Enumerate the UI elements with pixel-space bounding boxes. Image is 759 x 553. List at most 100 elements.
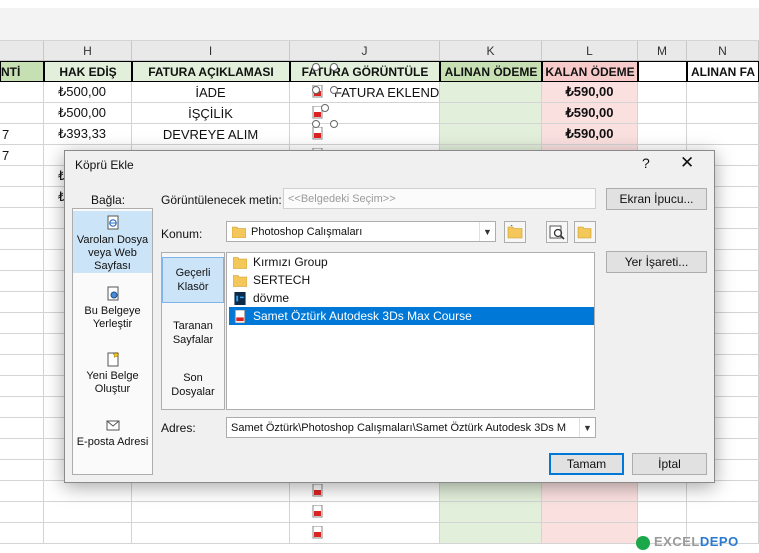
table-cell[interactable] xyxy=(0,166,44,187)
table-cell[interactable]: DEVREYE ALIM xyxy=(132,124,290,145)
ok-button[interactable]: Tamam xyxy=(549,453,624,475)
column-header-n[interactable]: N xyxy=(687,41,759,61)
table-cell[interactable] xyxy=(440,481,542,502)
table-cell[interactable] xyxy=(132,502,290,523)
table-cell[interactable] xyxy=(0,334,44,355)
table-cell[interactable] xyxy=(638,124,687,145)
browsed-pages-button[interactable]: Taranan Sayfalar xyxy=(162,315,224,355)
selection-handle[interactable] xyxy=(312,120,320,128)
table-cell[interactable] xyxy=(440,523,542,544)
table-cell[interactable] xyxy=(638,82,687,103)
chevron-down-icon[interactable]: ▼ xyxy=(479,222,495,241)
up-one-folder-button[interactable] xyxy=(504,221,526,243)
list-item-selected[interactable]: Samet Öztürk Autodesk 3Ds Max Course xyxy=(229,307,594,325)
table-cell[interactable] xyxy=(0,250,44,271)
pdf-attachment-icon[interactable] xyxy=(312,484,324,498)
address-field[interactable]: Samet Öztürk\Photoshop Calışmaları\Samet… xyxy=(226,417,596,438)
table-cell[interactable] xyxy=(687,124,759,145)
table-cell[interactable] xyxy=(0,82,44,103)
close-button[interactable]: ✕ xyxy=(680,153,694,173)
recent-files-button[interactable]: Son Dosyalar xyxy=(162,367,224,407)
table-cell[interactable] xyxy=(0,271,44,292)
table-cell[interactable] xyxy=(0,187,44,208)
list-item[interactable]: dövme xyxy=(229,289,594,307)
selection-handle[interactable] xyxy=(312,86,320,94)
table-cell[interactable]: ₺590,00 xyxy=(542,124,638,145)
table-header-cell[interactable]: KALAN ÖDEME xyxy=(542,61,638,82)
table-cell[interactable] xyxy=(0,481,44,502)
table-cell[interactable] xyxy=(0,397,44,418)
chevron-down-icon[interactable]: ▼ xyxy=(579,418,595,437)
table-cell[interactable]: ₺393,33 xyxy=(44,124,132,145)
list-item[interactable]: Kırmızı Group xyxy=(229,253,594,271)
table-cell[interactable]: 7 xyxy=(0,145,44,166)
selection-handle[interactable] xyxy=(330,86,338,94)
table-header-cell[interactable]: FATURA AÇIKLAMASI xyxy=(132,61,290,82)
table-cell[interactable] xyxy=(132,523,290,544)
pdf-attachment-icon[interactable] xyxy=(312,505,324,519)
table-cell[interactable] xyxy=(44,523,132,544)
screen-tip-button[interactable]: Ekran İpucu... xyxy=(606,188,707,210)
table-header-cell[interactable] xyxy=(638,61,687,82)
current-folder-button[interactable]: Geçerli Klasör xyxy=(162,257,224,303)
column-header-k[interactable]: K xyxy=(440,41,542,61)
table-cell[interactable] xyxy=(440,103,542,124)
table-cell[interactable] xyxy=(687,82,759,103)
display-text-field[interactable]: <<Belgedeki Seçim>> xyxy=(283,188,596,209)
table-cell[interactable]: ₺590,00 xyxy=(542,82,638,103)
table-cell[interactable] xyxy=(440,124,542,145)
table-cell[interactable] xyxy=(440,82,542,103)
column-header-i[interactable]: I xyxy=(132,41,290,61)
table-cell[interactable] xyxy=(0,313,44,334)
table-cell[interactable] xyxy=(0,355,44,376)
table-cell[interactable] xyxy=(0,208,44,229)
link-type-email[interactable]: E-posta Adresi xyxy=(73,417,152,467)
table-cell[interactable] xyxy=(0,376,44,397)
link-type-place-in-document[interactable]: Bu Belgeye Yerleştir xyxy=(73,286,152,336)
table-header-cell[interactable]: HAK EDİŞ xyxy=(44,61,132,82)
link-type-new-document[interactable]: Yeni Belge Oluştur xyxy=(73,351,152,401)
table-cell[interactable] xyxy=(132,481,290,502)
selection-handle[interactable] xyxy=(321,104,329,112)
help-button[interactable]: ? xyxy=(642,155,650,171)
table-cell[interactable] xyxy=(0,418,44,439)
column-header-m[interactable]: M xyxy=(638,41,687,61)
table-cell[interactable] xyxy=(687,502,759,523)
table-cell[interactable] xyxy=(0,292,44,313)
table-header-cell[interactable]: ALINAN FA xyxy=(687,61,759,82)
browse-file-button[interactable] xyxy=(574,221,596,243)
table-cell[interactable] xyxy=(0,460,44,481)
browse-web-button[interactable] xyxy=(546,221,568,243)
table-cell[interactable] xyxy=(0,229,44,250)
pdf-attachment-icon[interactable] xyxy=(312,127,324,141)
selection-handle[interactable] xyxy=(330,63,338,71)
table-cell[interactable]: 7 xyxy=(0,124,44,145)
selection-handle[interactable] xyxy=(330,120,338,128)
table-cell[interactable] xyxy=(0,103,44,124)
column-header-l[interactable]: L xyxy=(542,41,638,61)
table-cell[interactable] xyxy=(440,502,542,523)
table-cell[interactable]: ₺500,00 xyxy=(44,82,132,103)
table-cell[interactable] xyxy=(542,523,638,544)
table-cell[interactable] xyxy=(44,502,132,523)
column-header-g[interactable] xyxy=(0,41,44,61)
table-header-cell[interactable]: ALINAN ÖDEME xyxy=(440,61,542,82)
table-cell[interactable]: ₺500,00 xyxy=(44,103,132,124)
cancel-button[interactable]: İptal xyxy=(632,453,707,475)
column-header-h[interactable]: H xyxy=(44,41,132,61)
link-type-existing-file[interactable]: Varolan Dosya veya Web Sayfası xyxy=(73,211,152,273)
selection-handle[interactable] xyxy=(312,63,320,71)
table-cell[interactable] xyxy=(687,103,759,124)
table-cell[interactable] xyxy=(0,523,44,544)
table-cell[interactable]: ₺590,00 xyxy=(542,103,638,124)
table-cell[interactable] xyxy=(638,481,687,502)
table-cell[interactable] xyxy=(638,103,687,124)
table-cell[interactable]: İŞÇİLİK xyxy=(132,103,290,124)
list-item[interactable]: SERTECH xyxy=(229,271,594,289)
bookmark-button[interactable]: Yer İşareti... xyxy=(606,251,707,273)
pdf-attachment-icon[interactable] xyxy=(312,526,324,540)
table-header-cell[interactable]: NTİ xyxy=(0,61,44,82)
table-cell[interactable] xyxy=(0,439,44,460)
table-cell[interactable] xyxy=(44,481,132,502)
column-header-j[interactable]: J xyxy=(290,41,440,61)
